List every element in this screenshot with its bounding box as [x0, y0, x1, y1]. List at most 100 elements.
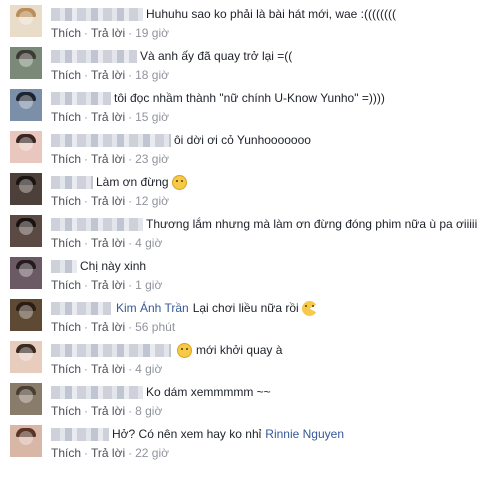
reply-link[interactable]: Trả lời	[91, 320, 125, 334]
like-link[interactable]: Thích	[51, 404, 81, 418]
author-name-blurred[interactable]	[51, 259, 77, 273]
like-link[interactable]: Thích	[51, 362, 81, 376]
comment-text: Làm ơn đừng	[96, 175, 169, 189]
avatar[interactable]	[10, 131, 42, 163]
reply-link[interactable]: Trả lời	[91, 110, 125, 124]
comment-list: Huhuhu sao ko phải là bài hát mới, wae :…	[0, 0, 493, 477]
separator-dot: ·	[128, 236, 133, 250]
comment: ôi dời ơi cỏ Yunhooooooo Thích · Trả lời · 23…	[0, 126, 493, 168]
separator-dot: ·	[128, 404, 133, 418]
separator-dot: ·	[128, 68, 133, 82]
timestamp[interactable]: 4 giờ	[135, 236, 162, 250]
comment: Huhuhu sao ko phải là bài hát mới, wae :…	[0, 0, 493, 42]
comment-text: Chị này xinh	[80, 259, 147, 273]
separator-dot: ·	[84, 278, 89, 292]
like-link[interactable]: Thích	[51, 110, 81, 124]
comment-text: ôi dời ơi cỏ Yunhooooooo	[174, 133, 311, 147]
comment: Kim Ánh Trần Lại chơi liều nữa rồi Thích · T…	[0, 294, 493, 336]
like-link[interactable]: Thích	[51, 68, 81, 82]
timestamp[interactable]: 12 giờ	[135, 194, 169, 208]
separator-dot: ·	[128, 362, 133, 376]
author-name-blurred[interactable]	[51, 175, 93, 189]
reply-link[interactable]: Trả lời	[91, 152, 125, 166]
avatar[interactable]	[10, 5, 42, 37]
comment: Ko dám xemmmmm ~~ Thích · Trả lời · 8 giờ	[0, 378, 493, 420]
comment-text: Lại chơi liều nữa rồi	[192, 301, 299, 315]
separator-dot: ·	[128, 26, 133, 40]
author-name-blurred[interactable]	[51, 343, 171, 357]
author-name-blurred[interactable]	[51, 217, 143, 231]
mention-link[interactable]: Rinnie Nguyen	[265, 427, 344, 441]
timestamp[interactable]: 4 giờ	[135, 362, 162, 376]
separator-dot: ·	[84, 152, 89, 166]
author-name-blurred[interactable]	[51, 133, 171, 147]
timestamp[interactable]: 56 phút	[135, 320, 175, 334]
timestamp[interactable]: 19 giờ	[135, 26, 169, 40]
emoji-icon	[177, 342, 192, 358]
separator-dot: ·	[128, 446, 133, 460]
separator-dot: ·	[84, 110, 89, 124]
timestamp[interactable]: 1 giờ	[135, 278, 162, 292]
comment: Chị này xinh Thích · Trả lời · 1 giờ	[0, 252, 493, 294]
reply-link[interactable]: Trả lời	[91, 278, 125, 292]
like-link[interactable]: Thích	[51, 194, 81, 208]
like-link[interactable]: Thích	[51, 320, 81, 334]
timestamp[interactable]: 23 giờ	[135, 152, 169, 166]
author-name-blurred[interactable]	[51, 91, 111, 105]
reply-link[interactable]: Trả lời	[91, 404, 125, 418]
author-name-blurred[interactable]	[51, 49, 137, 63]
avatar[interactable]	[10, 89, 42, 121]
separator-dot: ·	[84, 362, 89, 376]
separator-dot: ·	[84, 236, 89, 250]
like-link[interactable]: Thích	[51, 26, 81, 40]
reply-link[interactable]: Trả lời	[91, 194, 125, 208]
separator-dot: ·	[128, 278, 133, 292]
sad-emoji-icon	[171, 174, 187, 190]
avatar[interactable]	[10, 425, 42, 457]
separator-dot: ·	[84, 26, 89, 40]
like-link[interactable]: Thích	[51, 278, 81, 292]
comment-text: tôi đọc nhầm thành "nữ chính U-Know Yunh…	[114, 91, 385, 105]
separator-dot: ·	[128, 152, 133, 166]
separator-dot: ·	[84, 68, 89, 82]
author-name-blurred[interactable]	[51, 385, 143, 399]
author-name-blurred[interactable]	[51, 7, 143, 21]
avatar[interactable]	[10, 341, 42, 373]
avatar[interactable]	[10, 173, 42, 205]
pacman-emoji-icon	[301, 300, 317, 316]
timestamp[interactable]: 15 giờ	[135, 110, 169, 124]
reply-link[interactable]: Trả lời	[91, 236, 125, 250]
like-link[interactable]: Thích	[51, 236, 81, 250]
reply-link[interactable]: Trả lời	[91, 446, 125, 460]
comment-text: Ko dám xemmmmm ~~	[146, 385, 271, 399]
comment-text: Thương lắm nhưng mà làm ơn đừng đóng phi…	[146, 217, 478, 231]
avatar[interactable]	[10, 299, 42, 331]
timestamp[interactable]: 8 giờ	[135, 404, 162, 418]
author-name-blurred[interactable]	[51, 301, 111, 315]
avatar[interactable]	[10, 383, 42, 415]
separator-dot: ·	[84, 446, 89, 460]
avatar[interactable]	[10, 47, 42, 79]
like-link[interactable]: Thích	[51, 446, 81, 460]
separator-dot: ·	[84, 320, 89, 334]
comment-text: Huhuhu sao ko phải là bài hát mới, wae :…	[146, 7, 396, 21]
comment: Hở? Có nên xem hay ko nhỉ Rinnie Nguyen Th…	[0, 420, 493, 462]
comment-text: Hở? Có nên xem hay ko nhỉ	[112, 427, 262, 441]
reply-link[interactable]: Trả lời	[91, 26, 125, 40]
comment-text: Và anh ấy đã quay trở lại =((	[140, 49, 293, 63]
timestamp[interactable]: 18 giờ	[135, 68, 169, 82]
separator-dot: ·	[84, 194, 89, 208]
avatar[interactable]	[10, 215, 42, 247]
comment-text: mới khởi quay à	[196, 343, 283, 357]
separator-dot: ·	[128, 110, 133, 124]
avatar[interactable]	[10, 257, 42, 289]
like-link[interactable]: Thích	[51, 152, 81, 166]
reply-link[interactable]: Trả lời	[91, 362, 125, 376]
comment: tôi đọc nhầm thành "nữ chính U-Know Yunh…	[0, 84, 493, 126]
comment: Và anh ấy đã quay trở lại =((Thích · Trả l…	[0, 42, 493, 84]
timestamp[interactable]: 22 giờ	[135, 446, 169, 460]
author-name-blurred[interactable]	[51, 427, 109, 441]
separator-dot: ·	[128, 320, 133, 334]
reply-link[interactable]: Trả lời	[91, 68, 125, 82]
mention-link[interactable]: Kim Ánh Trần	[116, 301, 189, 315]
